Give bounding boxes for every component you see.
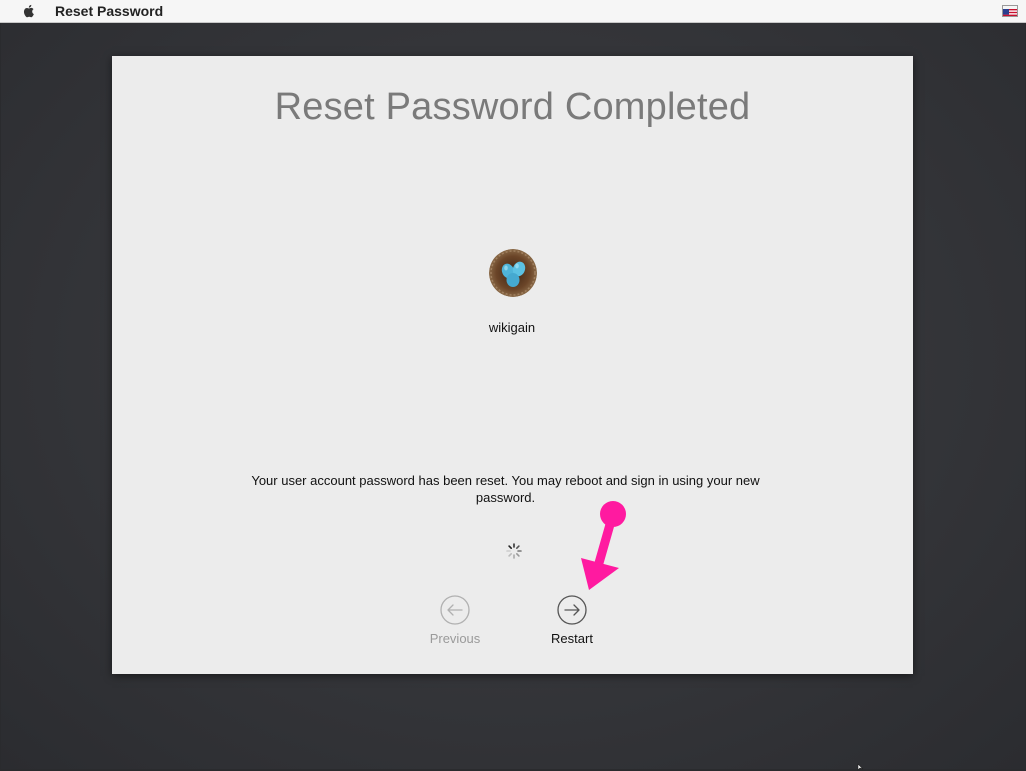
user-avatar <box>489 249 537 297</box>
status-message: Your user account password has been rese… <box>251 473 760 505</box>
loading-spinner-icon <box>506 543 522 559</box>
arrow-left-circle-icon <box>440 595 470 625</box>
restart-button[interactable]: Restart <box>532 595 612 646</box>
annotation-arrow-icon <box>581 501 626 590</box>
username-label: wikigain <box>488 320 536 335</box>
arrow-right-circle-icon <box>557 595 587 625</box>
previous-button[interactable]: Previous <box>415 595 495 646</box>
apple-logo-icon[interactable] <box>21 3 37 19</box>
reset-password-panel: Reset Password Completed wikigain Your u… <box>112 56 913 674</box>
restart-label: Restart <box>551 631 593 646</box>
previous-label: Previous <box>429 631 481 646</box>
menu-bar: Reset Password <box>0 0 1026 23</box>
page-title: Reset Password Completed <box>274 86 751 128</box>
us-flag-icon[interactable] <box>1002 5 1018 17</box>
app-menu-name[interactable]: Reset Password <box>55 3 163 19</box>
